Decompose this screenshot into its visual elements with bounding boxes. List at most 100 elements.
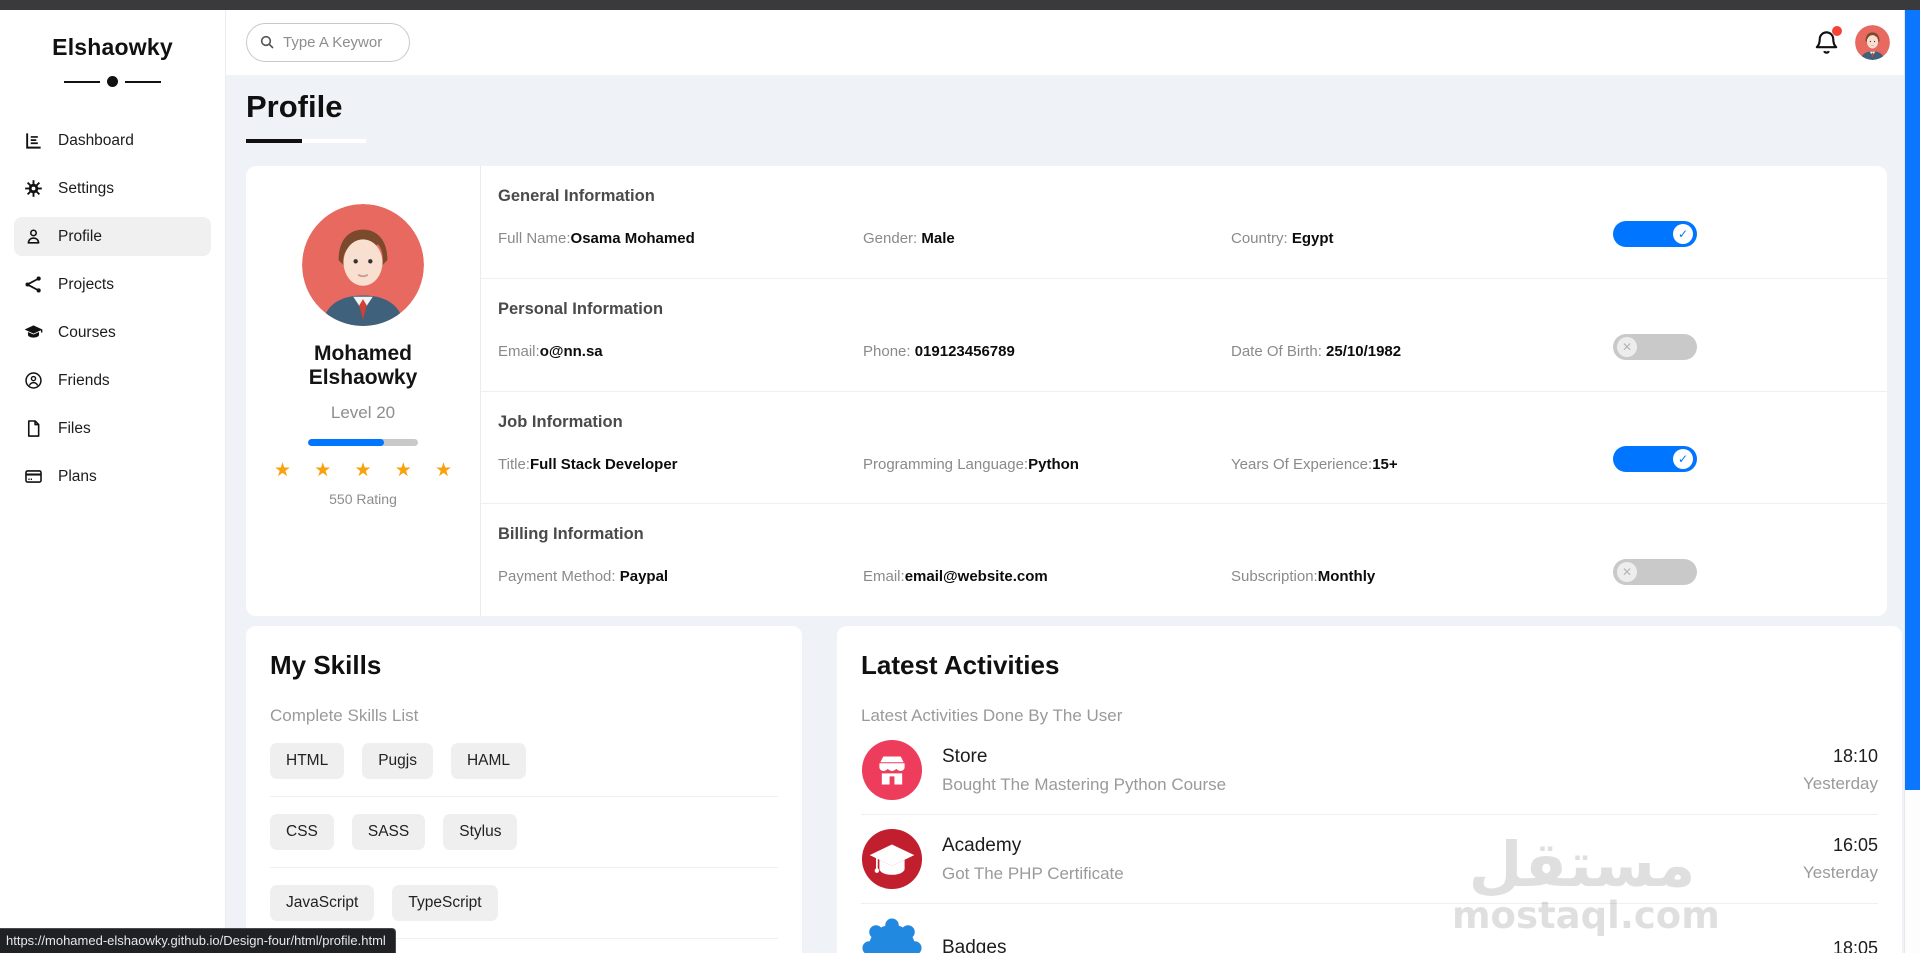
section-title: Personal Information — [498, 299, 664, 318]
field-billing-email: Email:email@website.com — [863, 568, 1048, 586]
sidebar-item-label: Friends — [58, 371, 110, 389]
field-full-name: Full Name:Osama Mohamed — [498, 230, 695, 247]
page-title: Profile — [246, 89, 343, 124]
window-top-edge — [0, 0, 1920, 10]
field-programming-language: Programming Language:Python — [863, 455, 1079, 473]
toggle-job-info[interactable]: ✓ — [1613, 446, 1697, 473]
field-email: Email:o@nn.sa — [498, 342, 603, 360]
scrollbar-thumb[interactable] — [1905, 10, 1920, 790]
topbar — [226, 10, 1920, 75]
toggle-knob-x-icon: ✕ — [1617, 562, 1637, 583]
profile-name: Mohamed Elshaowky — [308, 342, 418, 390]
section-title: Job Information — [498, 412, 623, 431]
field-phone: Phone: 019123456789 — [863, 342, 1015, 360]
sidebar-item-settings[interactable]: Settings — [14, 169, 211, 208]
field-title: Title:Full Stack Developer — [498, 455, 678, 473]
link-status-tooltip: https://mohamed-elshaowky.github.io/Desi… — [0, 928, 396, 953]
avatar[interactable] — [1855, 25, 1890, 60]
title-underline — [246, 139, 366, 143]
toggle-general-info[interactable]: ✓ — [1613, 220, 1697, 247]
profile-level: Level 20 — [330, 403, 396, 423]
section-general-information: General Information Full Name:Osama Moha… — [481, 166, 1887, 279]
store-icon — [861, 739, 923, 801]
activity-day: Yesterday — [1803, 774, 1878, 793]
skill-chip: TypeScript — [392, 885, 498, 921]
section-title: General Information — [498, 187, 655, 205]
skill-chip: SASS — [351, 814, 426, 850]
activity-name: Store — [942, 745, 988, 767]
profile-card: Mohamed Elshaowky Level 20 ★ ★ ★ ★ ★ 550 — [246, 166, 1887, 616]
skills-title: My Skills — [270, 650, 382, 680]
skill-chip: JavaScript — [270, 885, 375, 921]
sidebar-item-dashboard[interactable]: Dashboard — [14, 121, 211, 160]
rating-label: 550 Rating — [329, 491, 397, 508]
skill-row: CSS SASS Stylus — [270, 797, 778, 868]
brand-logo: Elshaowky — [52, 34, 173, 60]
field-country: Country: Egypt — [1231, 230, 1334, 247]
sidebar: Elshaowky Dashboard Settings Profile Pro… — [0, 10, 226, 953]
search-icon — [260, 35, 274, 49]
star-icon: ★ — [274, 460, 292, 482]
sidebar-item-friends[interactable]: Friends — [14, 361, 211, 400]
sidebar-item-plans[interactable]: Plans — [14, 457, 211, 496]
activity-time: 18:05 — [1832, 937, 1878, 953]
main-content: Profile Mohamed Elshaowky Level 20 ★ ★ ★… — [226, 75, 1920, 953]
activity-row-academy: Academy Got The PHP Certificate 16:05 Ye… — [861, 815, 1878, 904]
star-icon: ★ — [394, 460, 412, 482]
skills-subtitle: Complete Skills List — [270, 706, 419, 725]
activities-subtitle: Latest Activities Done By The User — [861, 706, 1123, 725]
notifications-button[interactable] — [1813, 25, 1842, 58]
latest-activities-card: Latest Activities Latest Activities Done… — [837, 626, 1902, 953]
sidebar-item-files[interactable]: Files — [14, 409, 211, 448]
section-billing-information: Billing Information Payment Method: Payp… — [481, 504, 1887, 616]
user-circle-icon — [25, 372, 42, 389]
sidebar-item-profile[interactable]: Profile — [14, 217, 211, 256]
sidebar-item-label: Dashboard — [58, 131, 134, 149]
activity-time: 18:10 — [1832, 746, 1878, 766]
level-progress-fill — [308, 439, 384, 447]
sidebar-nav: Dashboard Settings Profile Projects Cour… — [0, 121, 225, 496]
search-box — [246, 23, 410, 62]
sidebar-item-label: Files — [58, 419, 91, 437]
activities-title: Latest Activities — [861, 650, 1060, 680]
sidebar-item-courses[interactable]: Courses — [14, 313, 211, 352]
my-skills-card: My Skills Complete Skills List HTML Pugj… — [246, 626, 802, 953]
sidebar-item-label: Projects — [58, 275, 114, 293]
toggle-billing-info[interactable]: ✕ — [1613, 559, 1697, 586]
profile-avatar — [302, 204, 424, 326]
activity-name: Academy — [942, 834, 1022, 856]
skill-chip: HTML — [270, 743, 345, 779]
activity-desc: Got The PHP Certificate — [942, 863, 1124, 883]
graduation-cap-icon — [861, 828, 923, 890]
section-job-information: Job Information Title:Full Stack Develop… — [481, 392, 1887, 505]
rating-stars: ★ ★ ★ ★ ★ — [274, 461, 452, 480]
skill-chip: Stylus — [443, 814, 518, 850]
field-subscription: Subscription:Monthly — [1231, 568, 1376, 586]
activity-name: Badges — [942, 937, 1007, 953]
notification-unread-dot — [1832, 25, 1842, 36]
toggle-knob-check-icon: ✓ — [1673, 449, 1693, 470]
field-gender: Gender: Male — [863, 230, 955, 247]
dashboard-icon — [26, 133, 41, 149]
file-icon — [27, 420, 40, 437]
field-payment-method: Payment Method: Paypal — [498, 568, 669, 586]
page-scrollbar[interactable] — [1904, 10, 1920, 953]
level-progress-bar — [308, 439, 418, 447]
field-date-of-birth: Date Of Birth: 25/10/1982 — [1231, 342, 1402, 360]
section-personal-information: Personal Information Email:o@nn.sa Phone… — [481, 279, 1887, 392]
gear-icon — [25, 180, 42, 197]
toggle-knob-x-icon: ✕ — [1617, 336, 1637, 357]
sidebar-item-label: Profile — [58, 227, 102, 245]
profile-info-sections: General Information Full Name:Osama Moha… — [481, 166, 1887, 616]
star-icon: ★ — [354, 460, 372, 482]
graduation-cap-icon — [24, 325, 43, 338]
star-icon: ★ — [434, 460, 452, 482]
sidebar-item-projects[interactable]: Projects — [14, 265, 211, 304]
field-years-of-experience: Years Of Experience:15+ — [1231, 455, 1398, 473]
activity-row-badges: Badges 18:05 — [861, 904, 1878, 953]
skill-chip: HAML — [450, 743, 527, 779]
toggle-personal-info[interactable]: ✕ — [1613, 333, 1697, 360]
skill-chip: Pugjs — [362, 743, 433, 779]
credit-card-icon — [25, 470, 42, 483]
sidebar-item-label: Courses — [58, 323, 116, 341]
